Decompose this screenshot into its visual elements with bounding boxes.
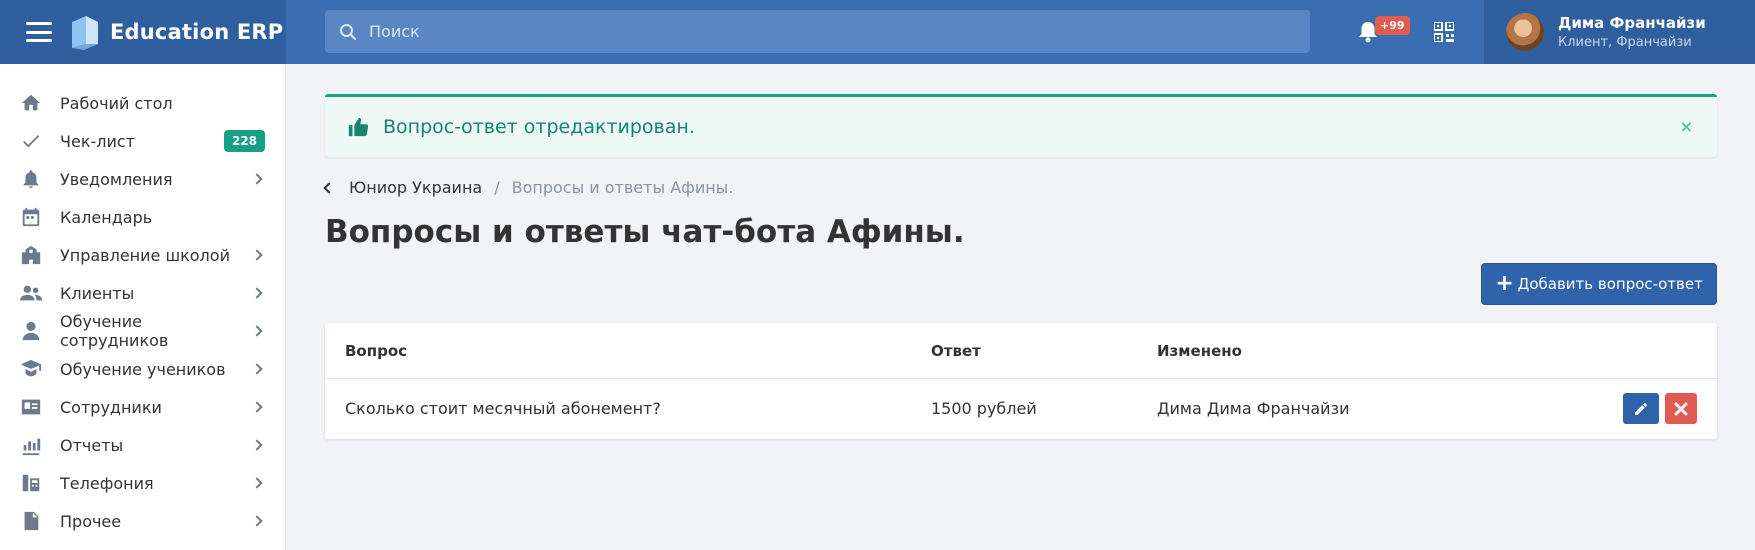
sidebar-item-clients[interactable]: Клиенты: [0, 274, 285, 312]
sidebar-item-label: Отчеты: [60, 435, 124, 455]
chevron-right-icon: [251, 173, 263, 185]
qa-table: Вопрос Ответ Изменено Сколько стоит меся…: [325, 323, 1717, 439]
sidebar: Рабочий стол Чек-лист 228 Уведомления Ка…: [0, 64, 286, 550]
row-actions: [1623, 393, 1697, 424]
sidebar-item-label: Управление школой: [60, 245, 230, 265]
user-name: Дима Франчайзи: [1558, 14, 1706, 32]
calendar-icon: [18, 205, 44, 229]
sidebar-item-label: Телефония: [60, 473, 154, 493]
app-title: Education ERP: [110, 20, 284, 44]
hamburger-menu-icon[interactable]: [26, 22, 52, 42]
top-bar: Education ERP +99 Дима Франчайзи Клиент,…: [0, 0, 1755, 64]
notifications-badge: +99: [1375, 16, 1410, 35]
chevron-right-icon: [251, 249, 263, 261]
close-icon: [1674, 402, 1688, 415]
sidebar-item-school-management[interactable]: Управление школой: [0, 236, 285, 274]
sidebar-item-label: Сотрудники: [60, 397, 162, 417]
chevron-right-icon: [251, 325, 263, 337]
sidebar-item-employees[interactable]: Сотрудники: [0, 388, 285, 426]
sidebar-item-label: Клиенты: [60, 283, 135, 303]
checklist-count-badge: 228: [223, 130, 265, 152]
add-qa-button-label: Добавить вопрос-ответ: [1517, 275, 1703, 293]
chevron-right-icon: [251, 515, 263, 527]
sidebar-item-label: Уведомления: [60, 169, 173, 189]
cell-answer: 1500 рублей: [931, 399, 1037, 418]
breadcrumb-parent-link[interactable]: Юниор Украина: [349, 178, 482, 197]
search-icon: [340, 23, 356, 40]
alert-message: Вопрос-ответ отредактирован.: [383, 116, 695, 138]
id-card-icon: [18, 395, 44, 419]
chart-icon: [18, 433, 44, 457]
phone-icon: [18, 471, 44, 495]
sidebar-item-label: Чек-лист: [60, 131, 135, 151]
edit-button[interactable]: [1623, 393, 1659, 424]
breadcrumb-current: Вопросы и ответы Афины.: [511, 178, 734, 197]
add-qa-button[interactable]: + Добавить вопрос-ответ: [1481, 263, 1717, 305]
sidebar-item-label: Обучение учеников: [60, 359, 226, 379]
chevron-right-icon: [251, 477, 263, 489]
success-alert: Вопрос-ответ отредактирован. ×: [325, 94, 1717, 157]
sidebar-item-student-training[interactable]: Обучение учеников: [0, 350, 285, 388]
sidebar-item-label: Прочее: [60, 511, 122, 531]
plus-icon: +: [1495, 271, 1514, 296]
chevron-right-icon: [251, 363, 263, 375]
avatar: [1506, 13, 1544, 51]
search-input[interactable]: [369, 22, 1269, 41]
chevron-right-icon: [251, 401, 263, 413]
cell-question: Сколько стоит месячный абонемент?: [345, 399, 661, 418]
check-icon: [18, 129, 44, 153]
home-icon: [18, 91, 44, 115]
staff-training-icon: [18, 319, 44, 343]
sidebar-item-staff-training[interactable]: Обучение сотрудников: [0, 312, 285, 350]
sidebar-item-label: Обучение сотрудников: [60, 312, 169, 350]
school-icon: [18, 243, 44, 267]
sidebar-item-dashboard[interactable]: Рабочий стол: [0, 84, 285, 122]
sidebar-item-checklist[interactable]: Чек-лист 228: [0, 122, 285, 160]
column-header-answer[interactable]: Ответ: [931, 342, 981, 360]
cell-modified: Дима Дима Франчайзи: [1157, 399, 1350, 418]
column-header-question[interactable]: Вопрос: [345, 342, 407, 360]
sidebar-item-notifications[interactable]: Уведомления: [0, 160, 285, 198]
qr-code-icon[interactable]: [1434, 22, 1454, 42]
sidebar-item-other[interactable]: Прочее: [0, 502, 285, 540]
sidebar-item-reports[interactable]: Отчеты: [0, 426, 285, 464]
page-title: Вопросы и ответы чат-бота Афины.: [325, 214, 965, 250]
table-header-row: Вопрос Ответ Изменено: [325, 323, 1717, 379]
breadcrumb: Юниор Украина / Вопросы и ответы Афины.: [323, 178, 734, 197]
column-header-modified[interactable]: Изменено: [1157, 342, 1242, 360]
table-row: Сколько стоит месячный абонемент? 1500 р…: [325, 379, 1717, 438]
document-icon: [18, 509, 44, 533]
user-role: Клиент, Франчайзи: [1558, 35, 1692, 50]
sidebar-item-label: Рабочий стол: [60, 93, 173, 113]
users-icon: [18, 281, 44, 305]
chevron-right-icon: [251, 439, 263, 451]
delete-button[interactable]: [1665, 393, 1697, 424]
sidebar-item-telephony[interactable]: Телефония: [0, 464, 285, 502]
graduation-cap-icon: [18, 357, 44, 381]
thumbs-up-icon: [348, 117, 369, 137]
chevron-left-icon[interactable]: [323, 181, 335, 194]
breadcrumb-separator: /: [494, 178, 500, 197]
chevron-right-icon: [251, 287, 263, 299]
bell-icon: [18, 167, 44, 191]
user-menu[interactable]: Дима Франчайзи Клиент, Франчайзи: [1484, 0, 1755, 64]
search-bar: [325, 10, 1310, 53]
sidebar-item-calendar[interactable]: Календарь: [0, 198, 285, 236]
pencil-icon: [1635, 402, 1647, 415]
logo-icon: [72, 16, 98, 50]
sidebar-item-label: Календарь: [60, 207, 153, 227]
close-icon[interactable]: ×: [1680, 117, 1693, 136]
brand: Education ERP: [0, 0, 286, 64]
